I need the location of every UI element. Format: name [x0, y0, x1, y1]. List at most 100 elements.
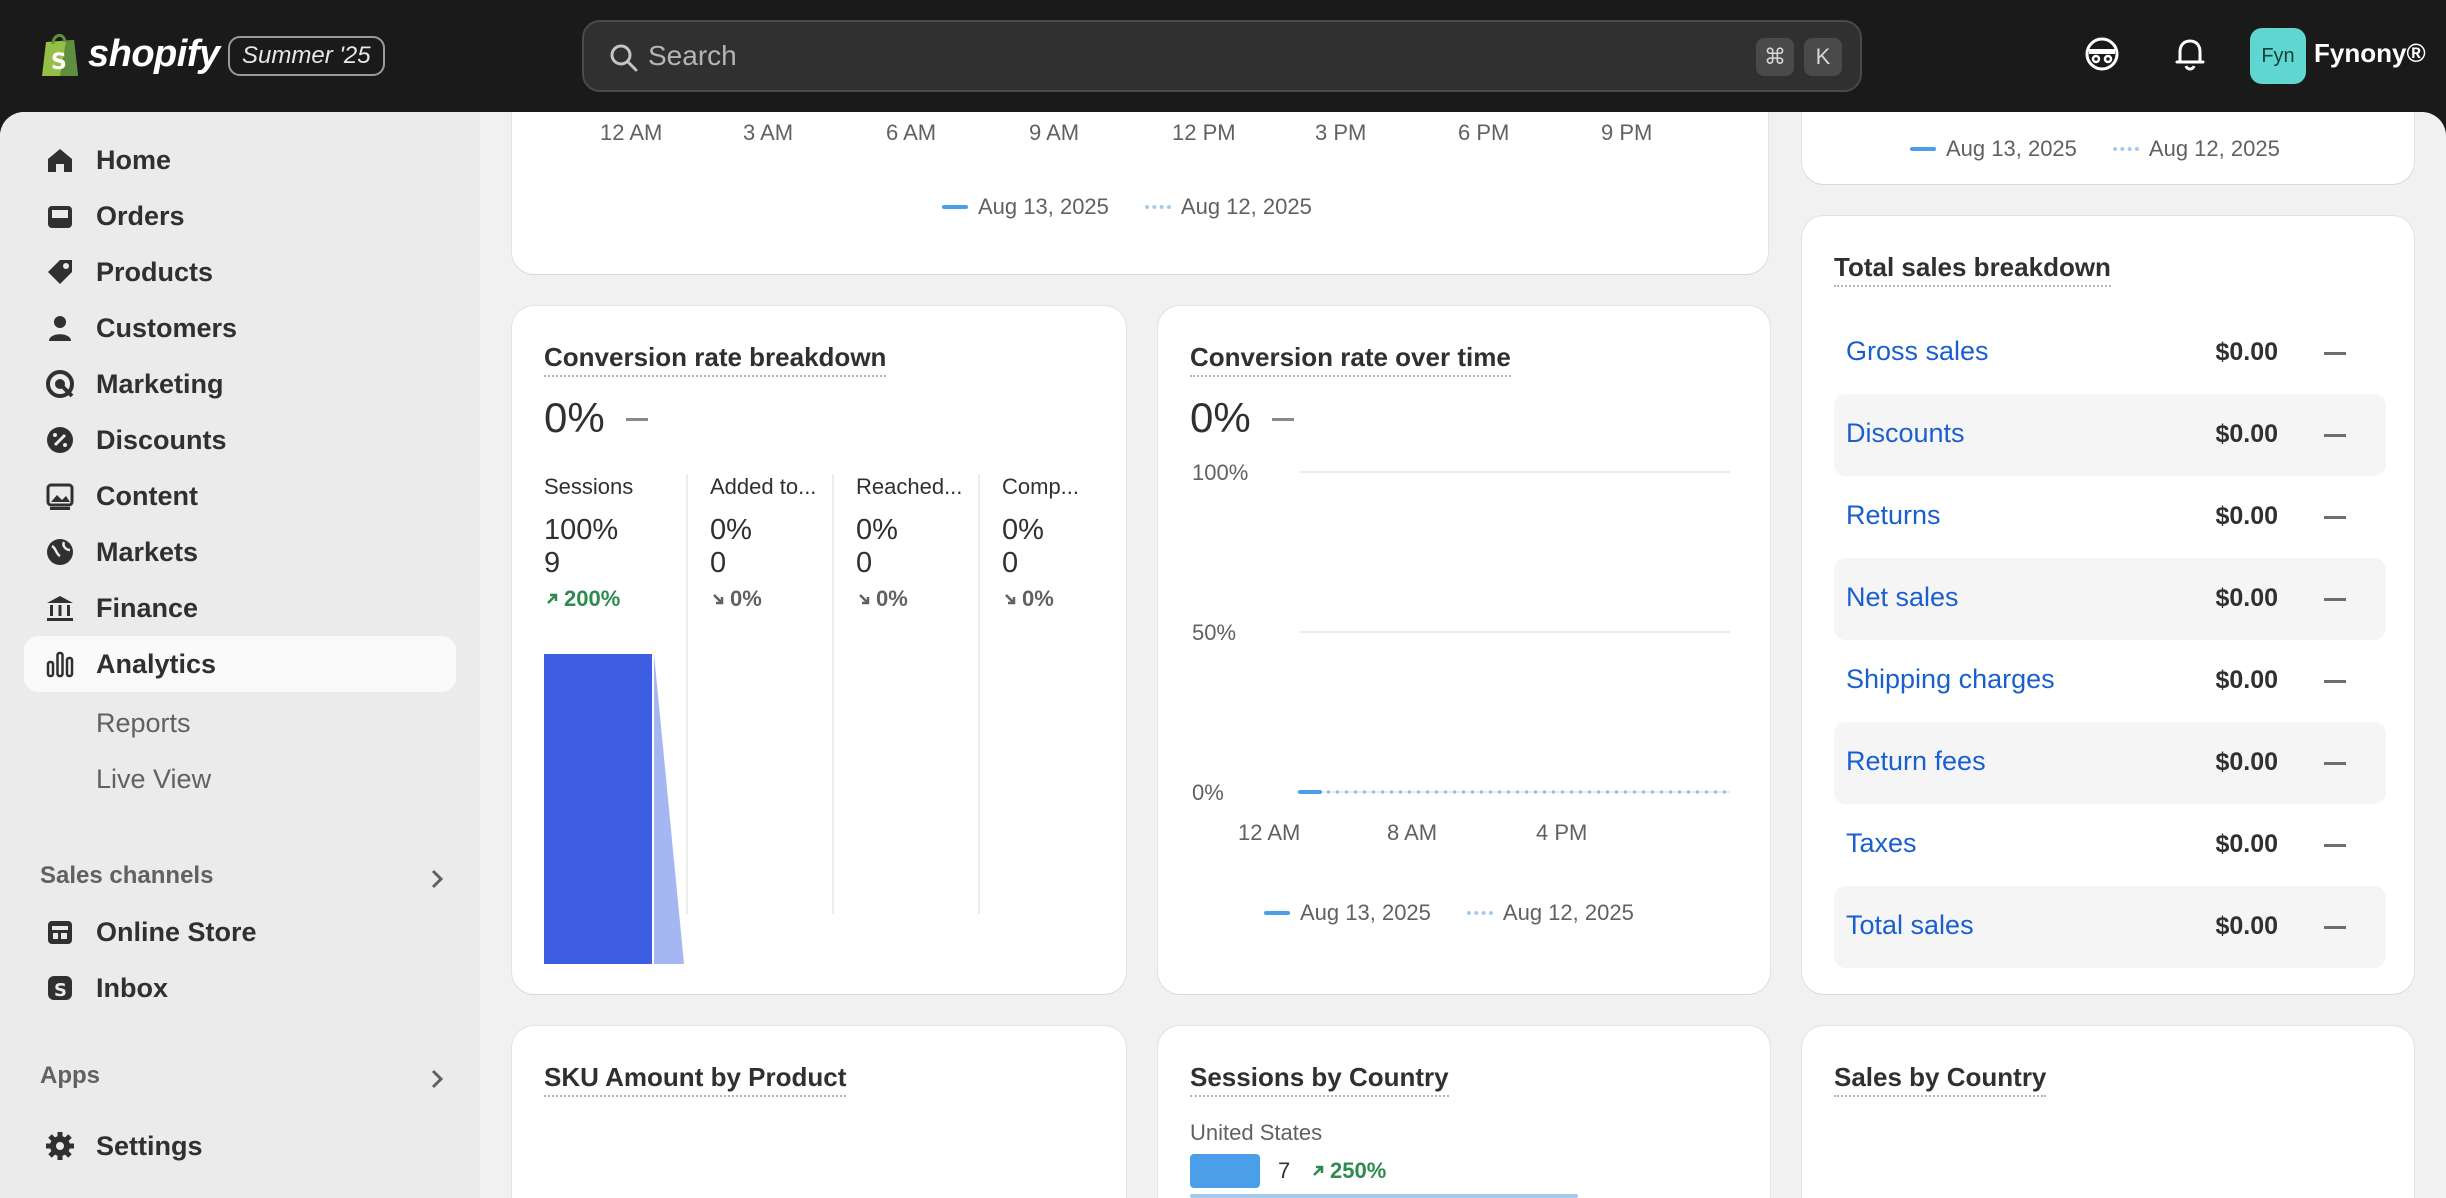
x-tick-label: 12 PM: [1172, 120, 1236, 145]
chevron-right-icon[interactable]: [426, 868, 448, 890]
sidebar-item-label: Finance: [96, 592, 199, 623]
sidebar-item-home[interactable]: Home: [24, 132, 456, 188]
funnel-divider: [978, 474, 980, 914]
sidebar-item-customers[interactable]: Customers: [24, 300, 456, 356]
globe-icon: [47, 539, 73, 565]
breakdown-link[interactable]: Total sales: [1846, 910, 1974, 941]
x-tick-label: 3 PM: [1315, 120, 1367, 145]
no-change-dash: [2324, 844, 2346, 847]
arrow-down-right-icon: [859, 594, 870, 605]
breakdown-link[interactable]: Return fees: [1846, 746, 1986, 777]
conversion-line-chart: 100% 50% 0% 12 AM 8 AM 4 PM: [1192, 460, 1730, 845]
funnel-step-added-to-cart: Added to... 0% 0 0%: [710, 474, 816, 612]
x-tick-label: 6 PM: [1458, 120, 1510, 145]
country-session-bar[interactable]: [1190, 1154, 1260, 1188]
legend-current: Aug 13, 2025: [1946, 136, 2077, 161]
funnel-step-change-value: 200%: [564, 586, 621, 611]
sidebar-item-markets[interactable]: Markets: [24, 524, 456, 580]
sidebar-item-content[interactable]: Content: [24, 468, 456, 524]
x-tick-label: 3 AM: [743, 120, 794, 145]
x-tick-label: 12 AM: [1238, 820, 1300, 845]
card-title[interactable]: Conversion rate breakdown: [544, 342, 887, 377]
sidebar-item-discounts[interactable]: Discounts: [24, 412, 456, 468]
breakdown-row-taxes: Taxes $0.00: [1834, 804, 2386, 886]
search-input[interactable]: [648, 34, 1648, 78]
funnel-step-change-value: 0%: [876, 586, 908, 611]
funnel-bar-sessions[interactable]: [544, 654, 652, 964]
funnel-step-change-value: 0%: [730, 586, 762, 611]
legend-solid-swatch: [1910, 147, 1936, 151]
breakdown-value: $0.00: [2215, 502, 2278, 530]
legend-dotted-swatch: [1144, 205, 1171, 209]
breakdown-link[interactable]: Gross sales: [1846, 336, 1989, 367]
sales-channels-heading[interactable]: Sales channels: [40, 862, 213, 890]
arrow-up-right-icon: [1313, 1165, 1324, 1176]
breakdown-value: $0.00: [2215, 584, 2278, 612]
card-title[interactable]: Sales by Country: [1834, 1062, 2047, 1097]
sales-chart-card: Aug 13, 2025 Aug 12, 2025: [1802, 112, 2414, 184]
breakdown-link[interactable]: Shipping charges: [1846, 664, 2055, 695]
sidebar-item-online-store[interactable]: Online Store: [24, 904, 456, 960]
sidebar-item-label: Markets: [96, 536, 199, 567]
sales-chart-legend: Aug 13, 2025 Aug 12, 2025: [1910, 136, 2280, 162]
y-tick-label: 100%: [1192, 460, 1248, 485]
breakdown-link[interactable]: Discounts: [1846, 418, 1965, 449]
breakdown-row-net-sales: Net sales $0.00: [1834, 558, 2386, 640]
brand-name: shopify: [88, 32, 220, 75]
shopify-bag-icon: S: [42, 34, 78, 76]
funnel-dropoff-shape: [654, 654, 684, 964]
breakdown-value: $0.00: [2215, 666, 2278, 694]
funnel-step-name: Added to...: [710, 474, 817, 499]
sessions-by-country-card: Sessions by Country United States 7 250%: [1158, 1026, 1770, 1198]
arrow-up-right-icon: [547, 593, 558, 604]
edition-badge[interactable]: Summer '25: [228, 36, 385, 76]
inbox-tray-icon: [48, 206, 72, 228]
x-tick-label: 12 AM: [600, 120, 663, 145]
sidebar-item-label: Orders: [96, 200, 185, 231]
sidebar-item-orders[interactable]: Orders: [24, 188, 456, 244]
funnel-divider: [832, 474, 834, 914]
target-icon: [46, 370, 74, 398]
breakdown-link[interactable]: Taxes: [1846, 828, 1917, 859]
avatar[interactable]: Fyn: [2250, 28, 2306, 84]
shopify-logo[interactable]: S shopify: [38, 30, 220, 78]
bell-icon[interactable]: [2170, 34, 2210, 74]
legend-solid-swatch: [942, 205, 968, 209]
sidebar-item-analytics[interactable]: Analytics: [24, 636, 456, 692]
apps-heading[interactable]: Apps: [40, 1062, 100, 1090]
svg-text:S: S: [51, 50, 67, 75]
sidebar-item-products[interactable]: Products: [24, 244, 456, 300]
card-title[interactable]: Sessions by Country: [1190, 1062, 1449, 1097]
breakdown-value: $0.00: [2215, 830, 2278, 858]
sidebar-item-finance[interactable]: Finance: [24, 580, 456, 636]
card-title[interactable]: Total sales breakdown: [1834, 252, 2111, 287]
search-bar[interactable]: ⌘ K: [582, 20, 1862, 92]
funnel-step-name: Comp...: [1002, 474, 1080, 499]
x-tick-label: 9 AM: [1029, 120, 1080, 145]
breakdown-link[interactable]: Net sales: [1846, 582, 1959, 613]
sidebar-subitem-live-view[interactable]: Live View: [96, 764, 211, 795]
sidebar-item-marketing[interactable]: Marketing: [24, 356, 456, 412]
breakdown-value: $0.00: [2215, 912, 2278, 940]
conversion-over-time-card: Conversion rate over time 0% 100% 50% 0% 12…: [1158, 306, 1770, 994]
conversion-breakdown-card: Conversion rate breakdown 0% Sessions 10…: [512, 306, 1126, 994]
no-change-dash: [2324, 352, 2346, 355]
sidebar-item-label: Home: [96, 144, 172, 175]
funnel-bars: [544, 654, 684, 964]
no-change-dash: [2324, 516, 2346, 519]
incognito-icon[interactable]: [2082, 34, 2122, 74]
store-name[interactable]: Fynony®: [2314, 38, 2426, 69]
funnel-step-percent: 0%: [1002, 514, 1044, 546]
funnel-step-change: 200%: [544, 586, 633, 612]
chevron-right-icon[interactable]: [426, 1068, 448, 1090]
sidebar-item-settings[interactable]: Settings: [24, 1118, 456, 1174]
card-title[interactable]: SKU Amount by Product: [544, 1062, 847, 1097]
sidebar-item-inbox[interactable]: S Inbox: [24, 960, 456, 1016]
bar-chart-icon: [46, 651, 74, 678]
no-change-dash: [2324, 598, 2346, 601]
breakdown-link[interactable]: Returns: [1846, 500, 1941, 531]
card-title[interactable]: Conversion rate over time: [1190, 342, 1511, 377]
country-session-change: 250%: [1310, 1158, 1386, 1184]
sidebar-subitem-reports[interactable]: Reports: [96, 708, 191, 739]
x-tick-label: 6 AM: [886, 120, 937, 145]
